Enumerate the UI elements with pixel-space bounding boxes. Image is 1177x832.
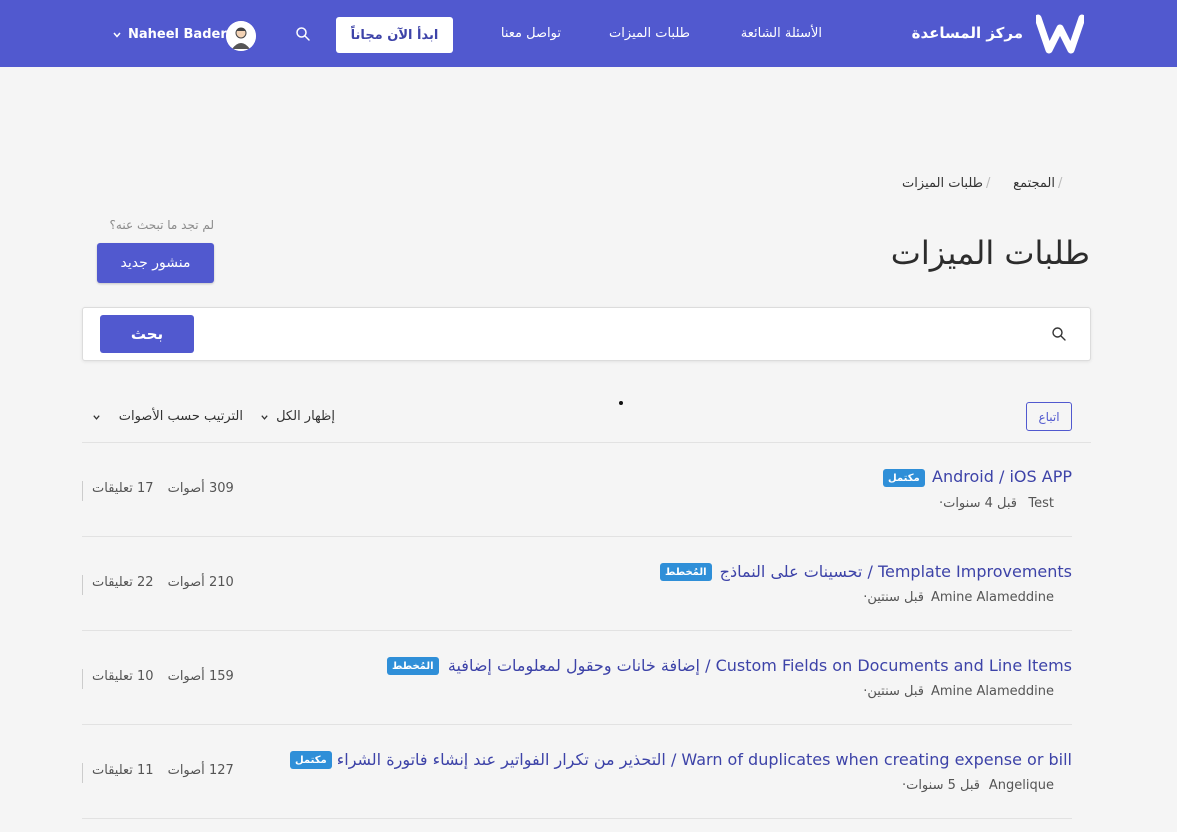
post-author[interactable]: Amine Alameddine xyxy=(931,684,1054,699)
post-time: قبل 4 سنوات· xyxy=(938,496,1017,511)
comment-count: 11 تعليقات xyxy=(92,763,154,778)
comment-count: 10 تعليقات xyxy=(92,669,154,684)
cursor-dot xyxy=(619,401,623,405)
status-badge: المُخطط xyxy=(660,563,712,581)
breadcrumb-separator: / xyxy=(986,176,991,191)
post-stats: 309 أصوات 17 تعليقات xyxy=(82,481,234,501)
post-stats: 159 أصوات 10 تعليقات xyxy=(82,669,234,689)
post-title[interactable]: Android / iOS APP xyxy=(932,467,1072,486)
avatar[interactable] xyxy=(226,21,256,51)
sort-by-votes-filter[interactable]: الترتيب حسب الأصوات xyxy=(119,409,243,424)
post-time: قبل سنتين· xyxy=(863,684,924,699)
status-badge: مكتمل xyxy=(290,751,332,769)
status-badge: مكتمل xyxy=(883,469,925,487)
chevron-down-icon[interactable] xyxy=(260,413,269,422)
post-stats: 210 أصوات 22 تعليقات xyxy=(82,575,234,595)
search-icon xyxy=(1052,327,1066,341)
vote-count: 159 أصوات xyxy=(167,669,234,684)
breadcrumb-separator: / xyxy=(1058,176,1063,191)
divider xyxy=(82,630,1072,631)
logo-icon[interactable] xyxy=(1036,14,1084,54)
divider xyxy=(82,442,1091,443)
vote-count: 127 أصوات xyxy=(167,763,234,778)
top-navbar: مركز المساعدة الأسئلة الشائعة طلبات المي… xyxy=(0,0,1177,67)
show-all-filter[interactable]: إظهار الكل xyxy=(276,409,335,424)
breadcrumb-community[interactable]: المجتمع xyxy=(1013,176,1055,191)
post-title[interactable]: Template Improvements / تحسينات على النم… xyxy=(720,562,1072,581)
divider xyxy=(82,724,1072,725)
post-author[interactable]: Angelique xyxy=(989,778,1054,793)
brand-name[interactable]: مركز المساعدة xyxy=(912,24,1023,42)
new-post-button[interactable]: منشور جديد xyxy=(97,243,214,283)
search-bar: بحث xyxy=(82,307,1091,361)
search-button[interactable]: بحث xyxy=(100,315,194,353)
follow-button[interactable]: اتباع xyxy=(1026,402,1072,431)
post-stats: 127 أصوات 11 تعليقات xyxy=(82,763,234,783)
post-time: قبل سنتين· xyxy=(863,590,924,605)
nav-contact[interactable]: تواصل معنا xyxy=(501,26,561,41)
nav-feature-requests[interactable]: طلبات الميزات xyxy=(609,26,690,41)
post-title[interactable]: Warn of duplicates when creating expense… xyxy=(337,750,1072,769)
post-title[interactable]: Custom Fields on Documents and Line Item… xyxy=(448,656,1072,675)
comment-count: 17 تعليقات xyxy=(92,481,154,496)
chevron-down-icon[interactable] xyxy=(92,413,101,422)
divider xyxy=(82,818,1072,819)
breadcrumb-current: طلبات الميزات xyxy=(902,176,983,191)
search-input[interactable] xyxy=(203,318,1033,350)
not-found-hint: لم تجد ما تبحث عنه؟ xyxy=(109,218,214,232)
vote-count: 210 أصوات xyxy=(167,575,234,590)
post-author[interactable]: Amine Alameddine xyxy=(931,590,1054,605)
search-icon[interactable] xyxy=(295,26,311,42)
status-badge: المُخطط xyxy=(387,657,439,675)
start-free-button[interactable]: ابدأ الآن مجاناً xyxy=(336,17,453,53)
page-title: طلبات الميزات xyxy=(890,234,1090,272)
user-menu[interactable]: Naheel Bader xyxy=(128,27,227,42)
vote-count: 309 أصوات xyxy=(167,481,234,496)
post-time: قبل 5 سنوات· xyxy=(901,778,980,793)
chevron-down-icon[interactable] xyxy=(112,30,122,40)
divider xyxy=(82,536,1072,537)
post-author[interactable]: Test xyxy=(1028,496,1054,511)
comment-count: 22 تعليقات xyxy=(92,575,154,590)
nav-faq[interactable]: الأسئلة الشائعة xyxy=(741,26,822,41)
